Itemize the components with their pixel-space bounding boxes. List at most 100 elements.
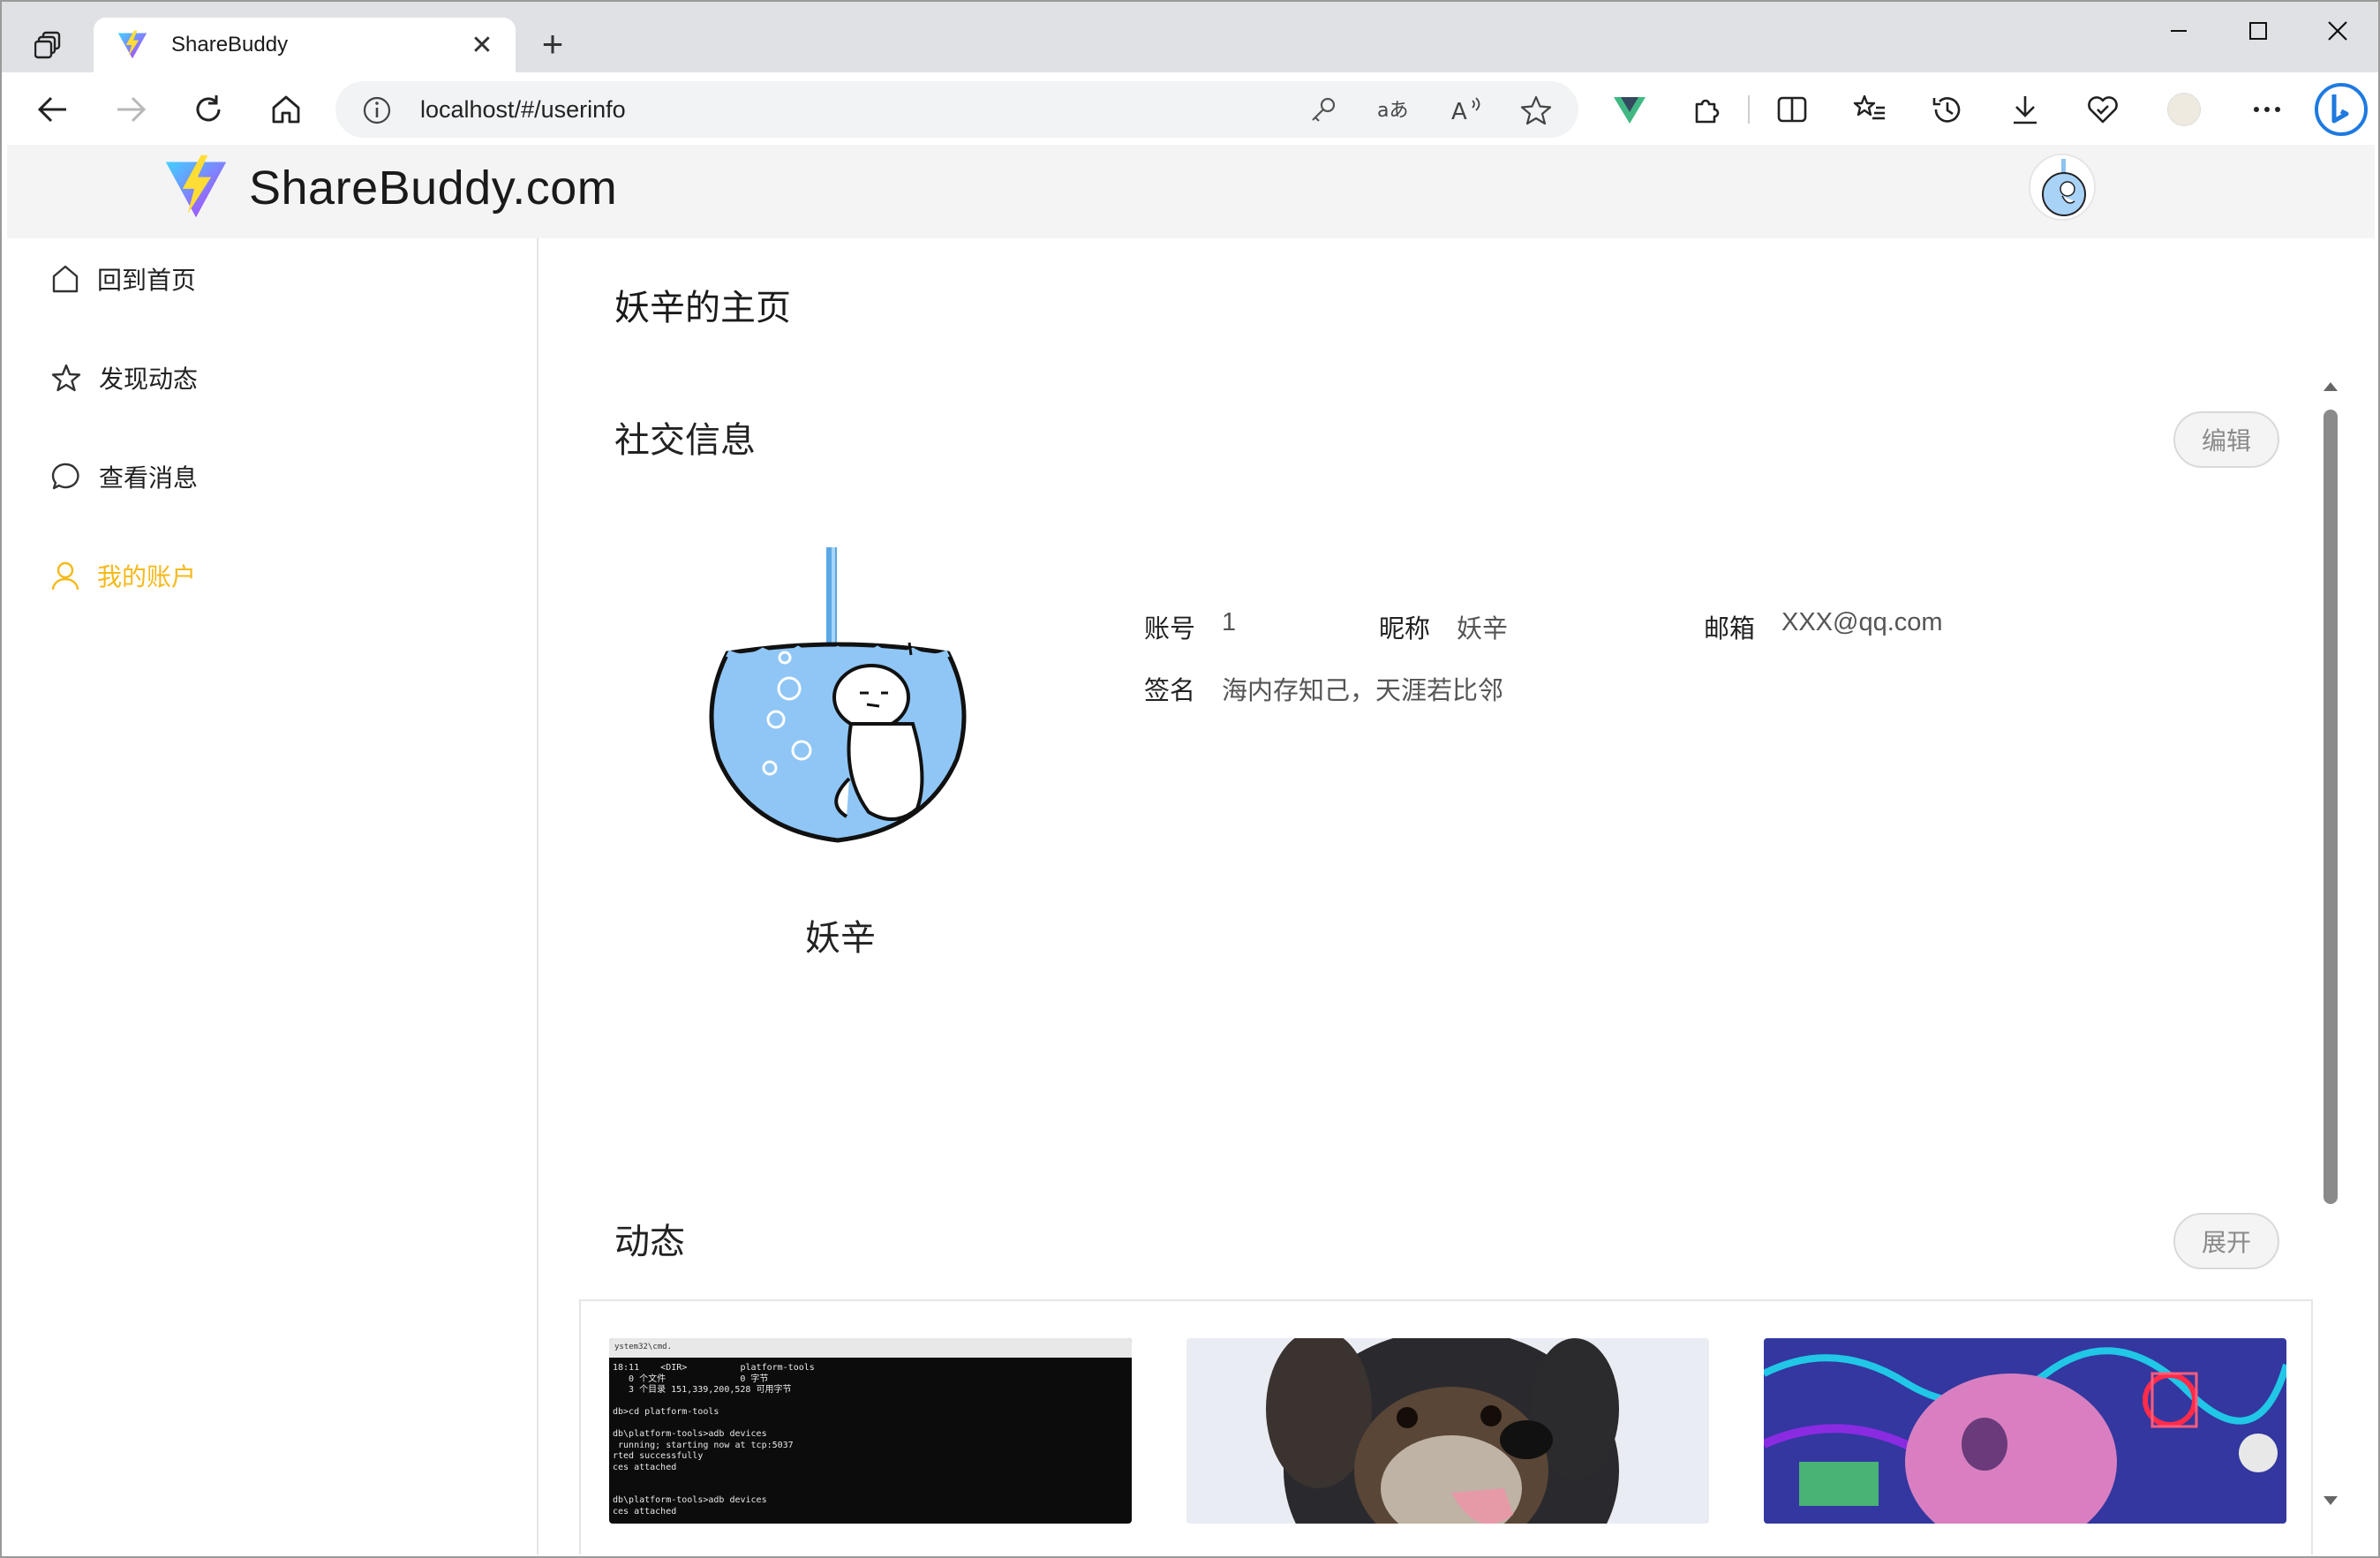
settings-more-button[interactable] xyxy=(2242,85,2292,134)
extensions-button[interactable] xyxy=(1683,85,1732,134)
back-button[interactable] xyxy=(28,85,78,134)
user-icon xyxy=(51,561,79,591)
sidebar-item-label: 我的账户 xyxy=(97,563,197,591)
sidebar-item-account[interactable]: 我的账户 xyxy=(51,549,196,602)
post-card[interactable] xyxy=(1764,1338,2286,1524)
address-bar[interactable]: localhost/#/userinfo aあ A xyxy=(335,81,1578,138)
web-page: ShareBuddy.com 回到首页 发现动态 查看消息 我的账户 妖辛的主页… xyxy=(7,145,2375,1554)
new-tab-button[interactable]: + xyxy=(528,21,577,67)
more-dots-icon xyxy=(2254,107,2280,112)
performance-button[interactable] xyxy=(2078,85,2128,134)
favorites-list-icon xyxy=(1853,94,1885,120)
sidebar-item-label: 查看消息 xyxy=(99,464,199,492)
copilot-button[interactable] xyxy=(2313,81,2369,138)
refresh-icon xyxy=(196,95,221,122)
svg-text:A: A xyxy=(1451,99,1467,125)
home-icon xyxy=(272,95,300,124)
terminal-titlebar: ystem32\cmd. xyxy=(609,1338,1132,1358)
site-info-icon[interactable] xyxy=(362,95,392,125)
header-user-avatar[interactable] xyxy=(2029,154,2096,221)
maximize-icon xyxy=(2249,22,2267,40)
refresh-button[interactable] xyxy=(184,85,233,134)
sidebar-item-label: 回到首页 xyxy=(97,267,197,294)
post-card[interactable]: ystem32\cmd. 18:11 <DIR> platform-tools … xyxy=(609,1338,1132,1524)
vite-favicon-icon xyxy=(117,30,147,59)
home-button[interactable] xyxy=(261,85,311,134)
maximize-button[interactable] xyxy=(2218,2,2299,60)
email-label: 邮箱 xyxy=(1704,615,1756,644)
profile-button[interactable] xyxy=(2159,85,2209,134)
tab-title: ShareBuddy xyxy=(171,33,289,56)
scroll-up-icon[interactable] xyxy=(2320,380,2341,394)
vue-logo-icon xyxy=(1614,97,1646,124)
tab-actions-button[interactable] xyxy=(23,19,76,69)
main-content: 妖辛的主页 社交信息 编辑 妖辛 账号 1 昵称 妖辛 邮箱 XXX@qq.co… xyxy=(540,238,2375,1554)
tab-actions-icon xyxy=(34,31,61,59)
cyberpunk-art-image xyxy=(1764,1338,2286,1524)
favorites-button[interactable] xyxy=(1845,85,1894,134)
forward-button[interactable] xyxy=(106,85,155,134)
read-aloud-icon[interactable]: A xyxy=(1450,95,1481,125)
account-label: 账号 xyxy=(1144,615,1196,644)
profile-avatar xyxy=(2167,93,2201,126)
posts-feed: ystem32\cmd. 18:11 <DIR> platform-tools … xyxy=(579,1299,2313,1554)
dog-photo-image xyxy=(1186,1338,1709,1524)
nickname-value: 妖辛 xyxy=(1457,615,1509,644)
profile-avatar-image xyxy=(709,547,967,843)
history-icon xyxy=(1932,97,1961,123)
history-button[interactable] xyxy=(1923,85,1972,134)
split-screen-button[interactable] xyxy=(1767,85,1817,134)
sidebar-item-messages[interactable]: 查看消息 xyxy=(51,450,198,503)
account-value: 1 xyxy=(1222,608,1237,636)
nickname-label: 昵称 xyxy=(1379,615,1431,644)
post-card[interactable] xyxy=(1186,1338,1709,1524)
site-header: ShareBuddy.com xyxy=(7,145,2375,238)
sidebar-item-discover[interactable]: 发现动态 xyxy=(51,351,198,404)
bing-copilot-icon xyxy=(2315,83,2368,136)
favorite-star-icon[interactable] xyxy=(1520,95,1552,125)
sidebar: 回到首页 发现动态 查看消息 我的账户 xyxy=(7,238,539,1554)
key-icon[interactable] xyxy=(1308,95,1338,125)
edit-button[interactable]: 编辑 xyxy=(2173,411,2279,468)
translate-icon[interactable]: aあ xyxy=(1375,95,1411,125)
sidebar-item-home[interactable]: 回到首页 xyxy=(51,252,196,305)
minimize-button[interactable] xyxy=(2138,2,2219,60)
url-text[interactable]: localhost/#/userinfo xyxy=(420,96,626,124)
terminal-output: 18:11 <DIR> platform-tools 0 个文件 0 字节 3 … xyxy=(613,1363,815,1517)
avatar-image-icon xyxy=(2042,159,2086,216)
posts-title: 动态 xyxy=(614,1223,685,1261)
social-info-title: 社交信息 xyxy=(614,421,756,460)
browser-toolbar: localhost/#/userinfo aあ A xyxy=(2,72,2378,145)
chat-bubble-icon xyxy=(51,463,79,490)
minimize-icon xyxy=(2171,30,2187,32)
toolbar-divider xyxy=(1748,95,1750,124)
browser-window: ShareBuddy ✕ + localhost/#/userinfo aあ A… xyxy=(0,0,2380,1558)
title-bar: ShareBuddy ✕ + xyxy=(2,2,2378,72)
svg-text:aあ: aあ xyxy=(1377,100,1408,122)
download-icon xyxy=(2014,96,2037,124)
vite-logo-icon[interactable] xyxy=(162,154,230,221)
browser-tab[interactable]: ShareBuddy ✕ xyxy=(94,18,516,72)
home-icon xyxy=(52,265,79,293)
scroll-down-icon[interactable] xyxy=(2320,1494,2341,1508)
close-window-button[interactable] xyxy=(2297,2,2378,60)
scrollbar-thumb[interactable] xyxy=(2324,410,2338,1204)
email-value: XXX@qq.com xyxy=(1781,608,1943,636)
split-screen-icon xyxy=(1777,96,1807,123)
sidebar-item-label: 发现动态 xyxy=(99,365,199,393)
puzzle-icon xyxy=(1695,99,1720,124)
vue-devtools-extension[interactable] xyxy=(1605,85,1654,134)
forward-arrow-icon xyxy=(117,96,147,123)
avatar-caption: 妖辛 xyxy=(805,919,876,958)
signature-label: 签名 xyxy=(1144,677,1196,705)
close-icon xyxy=(2328,21,2347,41)
star-icon xyxy=(51,364,81,392)
page-title: 妖辛的主页 xyxy=(614,289,791,327)
brand-name[interactable]: ShareBuddy.com xyxy=(249,161,617,215)
tab-close-icon[interactable]: ✕ xyxy=(466,30,498,61)
downloads-button[interactable] xyxy=(2000,85,2050,134)
signature-value: 海内存知己，天涯若比邻 xyxy=(1222,677,1504,705)
expand-button[interactable]: 展开 xyxy=(2173,1213,2279,1269)
heart-pulse-icon xyxy=(2088,96,2118,124)
back-arrow-icon xyxy=(37,96,66,123)
